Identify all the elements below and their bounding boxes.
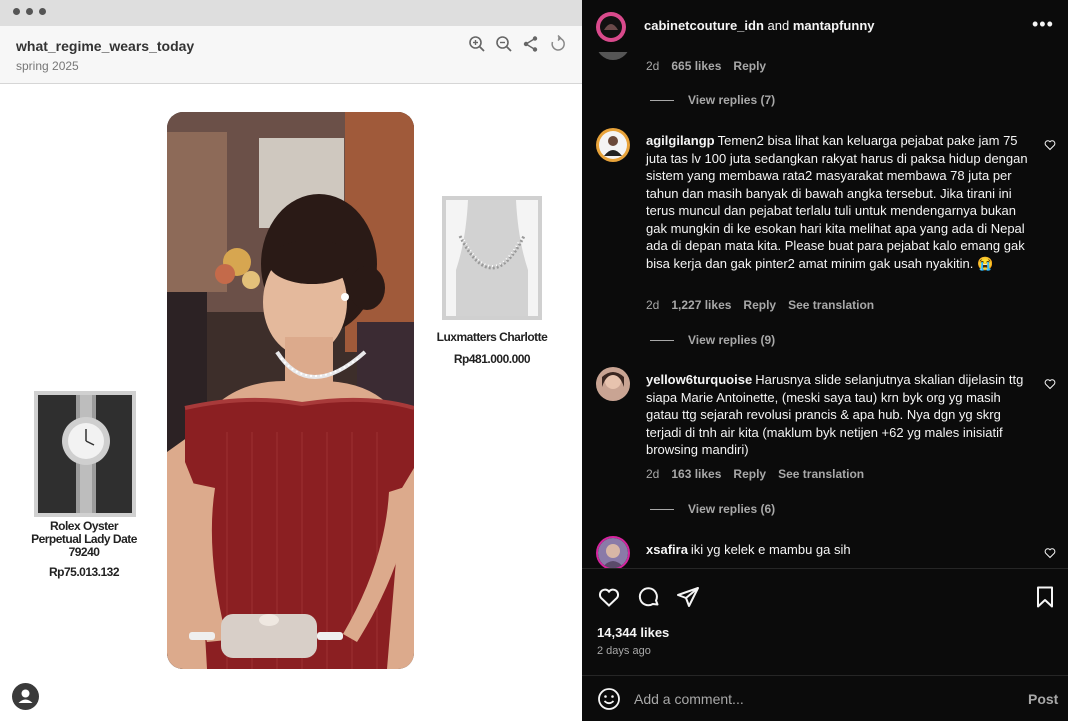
post-time: 2 days ago <box>597 645 651 657</box>
product-price: Rp481.000.000 <box>453 352 531 366</box>
product-price: Rp75.013.132 <box>48 565 120 579</box>
post-image-title: what_regime_wears_today <box>16 38 195 54</box>
post-comment-button[interactable]: Post <box>1028 691 1058 707</box>
like-comment-icon[interactable] <box>1044 547 1056 559</box>
view-replies-button[interactable]: View replies (7) <box>650 93 775 107</box>
view-replies-button[interactable]: View replies (6) <box>650 502 775 516</box>
comment-time: 2d <box>646 467 660 481</box>
comment-username[interactable]: agilgilangp <box>646 133 715 148</box>
emoji-icon[interactable] <box>597 687 621 711</box>
add-comment-row: Post <box>582 675 1068 721</box>
like-comment-icon[interactable] <box>1044 378 1056 390</box>
like-icon[interactable] <box>597 585 621 609</box>
comments-panel: cabinetcouture_idn and mantapfunny ••• 2… <box>582 0 1068 721</box>
share-icon[interactable] <box>676 585 700 609</box>
comment-icon[interactable] <box>637 585 661 609</box>
share-icon[interactable] <box>522 35 540 53</box>
comment-username[interactable]: yellow6turquoise <box>646 372 752 387</box>
collab-username[interactable]: mantapfunny <box>793 18 875 33</box>
post-authors[interactable]: cabinetcouture_idn and mantapfunny <box>644 18 875 33</box>
comment-meta: 2d 1,227 likes Reply See translation <box>646 298 886 312</box>
add-comment-input[interactable] <box>634 688 994 710</box>
post-media-panel: what_regime_wears_today spring 2025 Luxm… <box>0 0 582 721</box>
post-header: cabinetcouture_idn and mantapfunny ••• <box>582 0 1068 52</box>
reply-button[interactable]: Reply <box>733 467 766 481</box>
save-bookmark-icon[interactable] <box>1033 585 1057 609</box>
comment-avatar[interactable] <box>596 128 630 162</box>
comment-likes[interactable]: 665 likes <box>671 59 721 73</box>
comment-meta: 2d 163 likes Reply See translation <box>646 467 876 481</box>
post-image-subtitle: spring 2025 <box>16 59 79 73</box>
comment-avatar[interactable] <box>596 536 630 568</box>
comment-avatar[interactable] <box>596 367 630 401</box>
see-translation-button[interactable]: See translation <box>788 298 874 312</box>
reply-button[interactable]: Reply <box>743 298 776 312</box>
comment-text: xsafira iki yg kelek e mambu ga sih <box>646 542 851 557</box>
comment-avatar[interactable] <box>596 52 630 60</box>
window-dot <box>13 8 20 15</box>
window-top-bar <box>0 0 582 26</box>
comment-username[interactable]: xsafira <box>646 542 688 557</box>
likes-count[interactable]: 14,344 likes <box>597 625 669 640</box>
comment-time: 2d <box>646 298 660 312</box>
window-dot <box>39 8 46 15</box>
and-text: and <box>767 18 790 33</box>
comment-text: yellow6turquoise Harusnya slide selanjutn… <box>646 372 1024 457</box>
reply-button[interactable]: Reply <box>733 59 766 73</box>
comment-time: 2d <box>646 59 660 73</box>
comments-list[interactable]: 2d 665 likes Reply View replies (7) agilgi… <box>582 52 1068 568</box>
see-translation-button[interactable]: See translation <box>778 467 864 481</box>
comment-likes[interactable]: 1,227 likes <box>671 298 731 312</box>
post-actions: 14,344 likes 2 days ago Post <box>582 568 1068 721</box>
author-avatar[interactable] <box>596 12 626 42</box>
woman-portrait-photo <box>167 112 414 669</box>
zoom-out-icon[interactable] <box>495 35 513 53</box>
more-options-icon[interactable]: ••• <box>1032 14 1054 35</box>
author-username[interactable]: cabinetcouture_idn <box>644 18 764 33</box>
comment-likes[interactable]: 163 likes <box>671 467 721 481</box>
necklace-product-image <box>442 196 542 320</box>
rotate-icon[interactable] <box>549 35 567 53</box>
tagged-user-badge[interactable] <box>12 683 39 710</box>
window-dot <box>26 8 33 15</box>
comment-meta: 2d 665 likes Reply <box>646 59 778 73</box>
view-replies-button[interactable]: View replies (9) <box>650 333 775 347</box>
product-name: Luxmatters Charlotte <box>436 330 548 344</box>
user-icon <box>18 689 33 703</box>
watch-product-image <box>34 391 136 517</box>
product-name: Rolex Oyster Perpetual Lady Date 79240 <box>31 519 137 559</box>
zoom-in-icon[interactable] <box>468 35 486 53</box>
like-comment-icon[interactable] <box>1044 139 1056 151</box>
comment-text: agilgilangp Temen2 bisa lihat kan keluarg… <box>646 133 1028 271</box>
